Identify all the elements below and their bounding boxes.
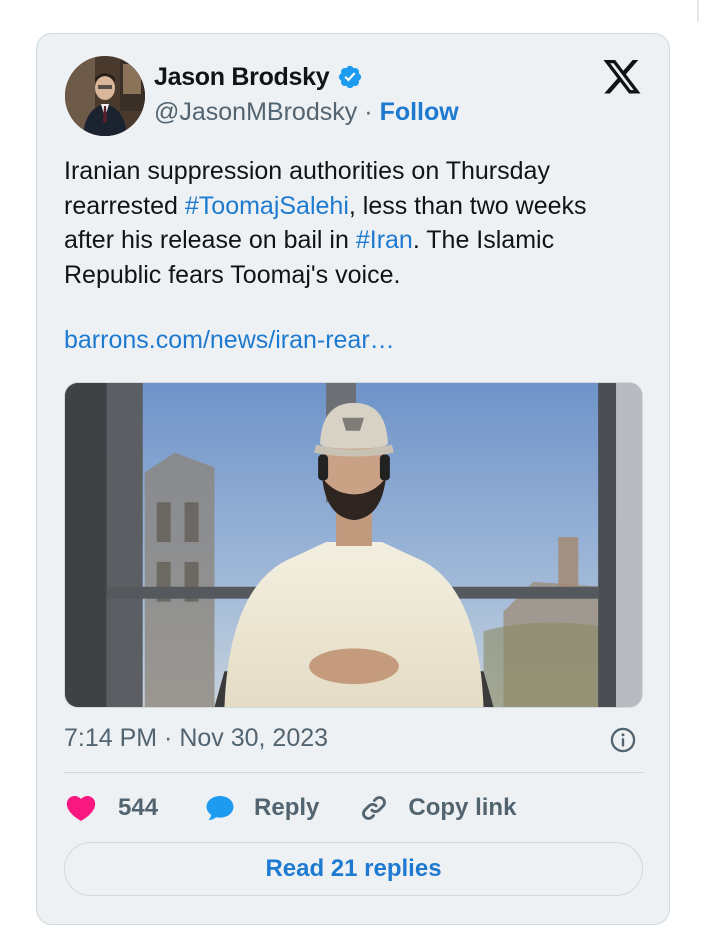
read-replies-button[interactable]: Read 21 replies [64, 842, 643, 896]
link-icon [362, 796, 387, 820]
author-avatar[interactable] [65, 56, 145, 136]
like-button[interactable]: 544 [64, 791, 158, 825]
author-handle[interactable]: @JasonMBrodsky [154, 98, 357, 127]
avatar-image [65, 56, 145, 136]
action-bar: 544 Reply Copy link [64, 786, 516, 830]
copy-link-button[interactable]: Copy link [357, 791, 516, 825]
author-display-name[interactable]: Jason Brodsky [154, 63, 330, 92]
handle-separator: · [364, 97, 373, 126]
hashtag-link[interactable]: #ToomajSalehi [185, 192, 349, 220]
reply-label: Reply [254, 794, 320, 821]
reply-button[interactable]: Reply [203, 791, 319, 825]
tweet-text: Iranian suppression authorities on Thurs… [64, 154, 634, 292]
scrollbar-edge [697, 0, 699, 22]
media-photo [65, 383, 642, 707]
x-logo-icon[interactable] [603, 60, 641, 94]
info-icon[interactable] [609, 726, 637, 754]
author-name-row: Jason Brodsky [154, 60, 363, 94]
follow-button[interactable]: Follow [380, 98, 459, 127]
speech-bubble-icon [206, 795, 234, 821]
tweet-media-image[interactable] [64, 382, 643, 708]
heart-icon [66, 795, 96, 821]
like-count: 544 [118, 794, 159, 821]
article-link[interactable]: barrons.com/news/iran-rear… [64, 326, 395, 355]
copy-link-label: Copy link [408, 794, 517, 821]
hashtag-link[interactable]: #Iran [356, 226, 413, 254]
verified-badge-icon [339, 65, 362, 89]
divider [64, 772, 643, 773]
author-handle-row: @JasonMBrodsky · Follow [154, 96, 459, 128]
tweet-card: Jason Brodsky @JasonMBrodsky · Follow Ir… [36, 33, 670, 925]
tweet-timestamp[interactable]: 7:14 PM · Nov 30, 2023 [64, 724, 328, 753]
